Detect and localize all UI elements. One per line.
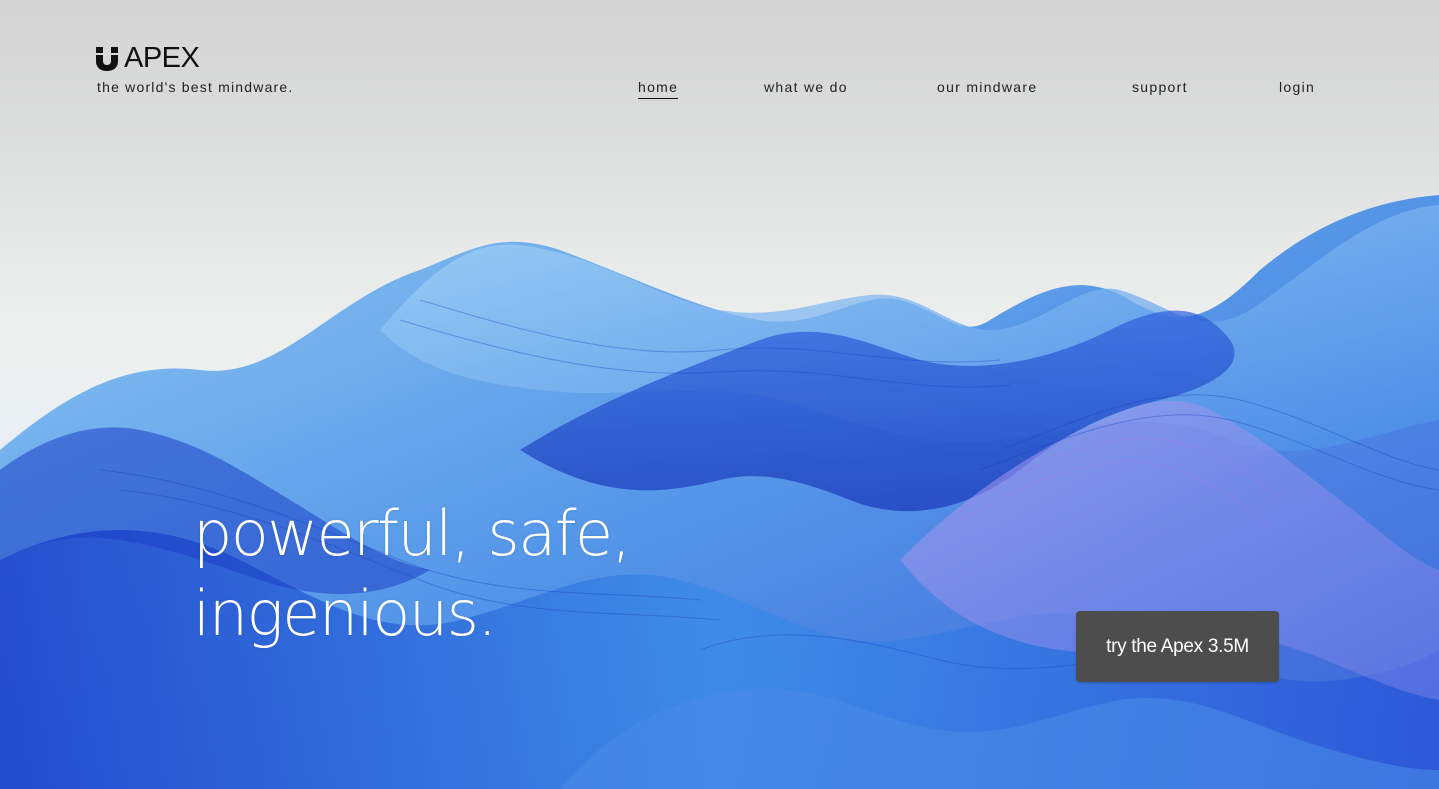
hero-headline-line-1: powerful, safe, bbox=[193, 496, 631, 570]
hero-headline-line-2: ingenious. bbox=[193, 576, 497, 650]
nav-item-home[interactable]: home bbox=[638, 79, 679, 99]
brand-name: APEX bbox=[124, 42, 200, 74]
main-nav: home what we do our mindware support log… bbox=[0, 79, 1439, 103]
hero-headline: powerful, safe, ingenious. bbox=[193, 494, 631, 654]
nav-item-our-mindware[interactable]: our mindware bbox=[937, 79, 1037, 98]
site-header: APEX the world's best mindware. home wha… bbox=[0, 0, 1439, 130]
u-magnet-icon bbox=[96, 46, 118, 71]
try-product-button[interactable]: try the Apex 3.5M bbox=[1076, 611, 1279, 682]
nav-item-support[interactable]: support bbox=[1132, 79, 1188, 98]
nav-item-what-we-do[interactable]: what we do bbox=[764, 79, 848, 98]
nav-item-login[interactable]: login bbox=[1279, 79, 1315, 98]
brand-logo[interactable]: APEX bbox=[96, 42, 200, 74]
